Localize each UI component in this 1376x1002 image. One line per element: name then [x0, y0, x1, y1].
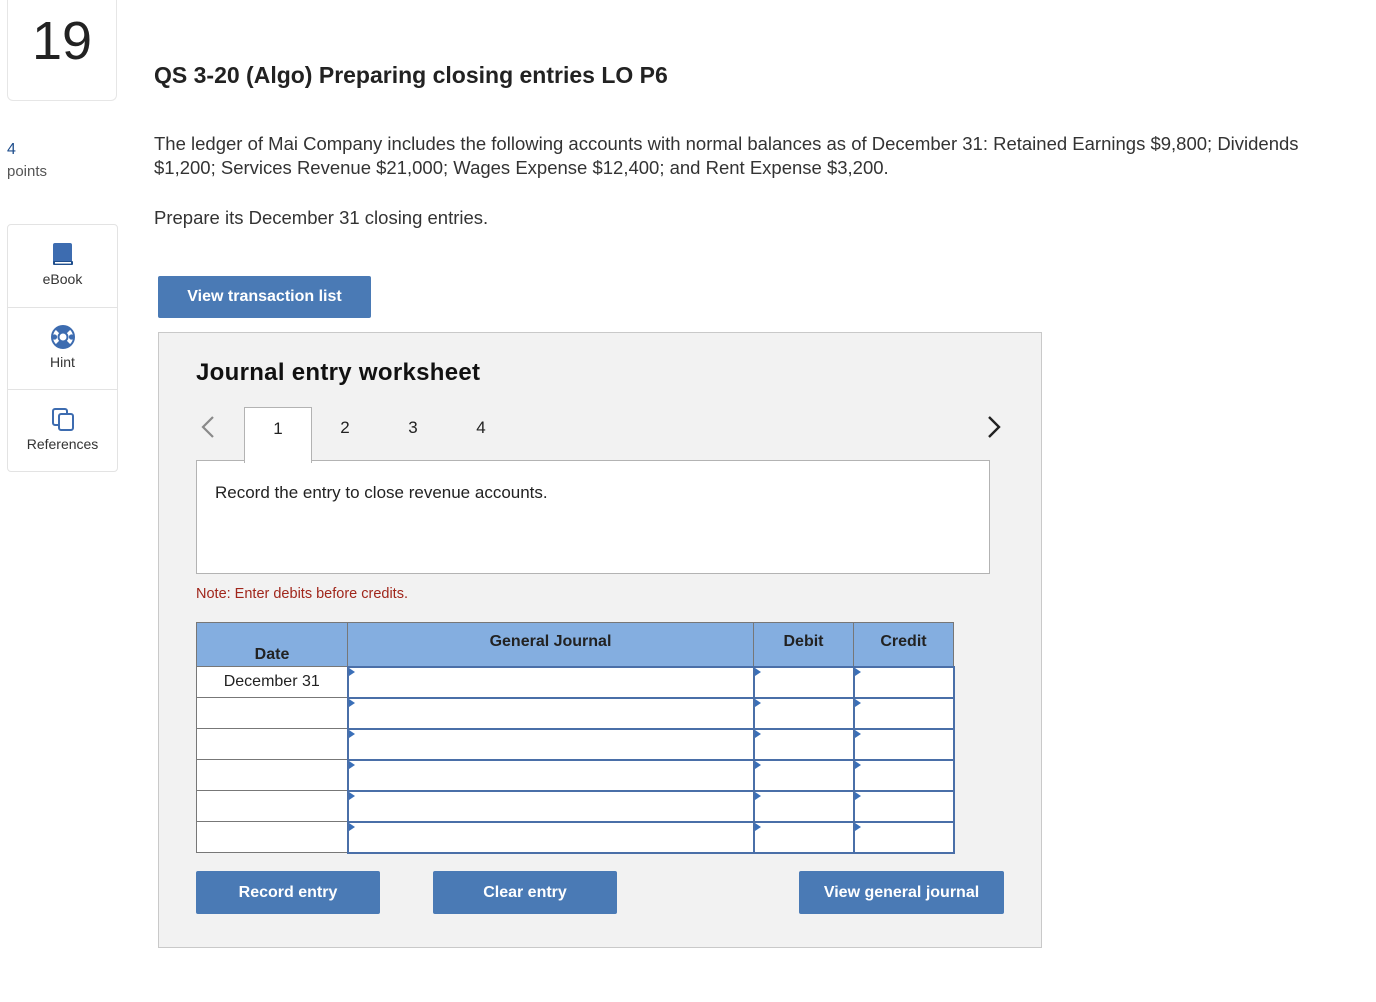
dropdown-marker-icon — [854, 698, 861, 707]
table-row — [196, 758, 955, 792]
question-number: 19 — [31, 11, 93, 71]
ebook-button[interactable]: eBook — [8, 225, 117, 307]
dropdown-marker-icon — [754, 729, 761, 738]
dropdown-marker-icon — [754, 760, 761, 769]
references-button[interactable]: References — [8, 389, 117, 472]
worksheet-title: Journal entry worksheet — [196, 359, 481, 386]
ebook-label: eBook — [42, 271, 83, 287]
record-entry-button[interactable]: Record entry — [196, 871, 380, 914]
question-instruction: Prepare its December 31 closing entries. — [154, 207, 489, 228]
journal-entry-worksheet: Journal entry worksheet 1 2 3 4 Record t… — [158, 332, 1042, 948]
column-header-date: Date — [196, 622, 348, 667]
references-label: References — [26, 436, 99, 452]
debit-credit-note: Note: Enter debits before credits. — [196, 586, 408, 602]
debit-input[interactable] — [752, 758, 855, 792]
dropdown-marker-icon — [854, 667, 861, 676]
journal-rows: December 31 — [196, 665, 955, 854]
column-header-general-journal: General Journal — [347, 622, 754, 667]
date-cell — [196, 759, 348, 791]
account-input[interactable] — [346, 696, 755, 730]
tab-4[interactable]: 4 — [448, 407, 514, 461]
tools-panel: eBook Hint References — [7, 224, 118, 472]
debit-input[interactable] — [752, 665, 855, 699]
chevron-right-icon[interactable] — [985, 413, 1003, 441]
hint-button[interactable]: Hint — [8, 307, 117, 390]
tab-1[interactable]: 1 — [244, 407, 312, 463]
view-general-journal-button[interactable]: View general journal — [799, 871, 1004, 914]
account-input[interactable] — [346, 665, 755, 699]
clear-entry-button[interactable]: Clear entry — [433, 871, 617, 914]
credit-input[interactable] — [852, 758, 955, 792]
question-text: The ledger of Mai Company includes the f… — [154, 133, 1299, 178]
account-input[interactable] — [346, 727, 755, 761]
dropdown-marker-icon — [348, 698, 355, 707]
journal-table: Date General Journal Debit Credit Decemb… — [196, 622, 955, 854]
dropdown-marker-icon — [854, 729, 861, 738]
debit-input[interactable] — [752, 789, 855, 823]
table-row — [196, 789, 955, 823]
dropdown-marker-icon — [348, 729, 355, 738]
date-cell — [196, 821, 348, 853]
view-transaction-list-button[interactable]: View transaction list — [158, 276, 371, 318]
dropdown-marker-icon — [754, 791, 761, 800]
date-cell — [196, 728, 348, 760]
dropdown-marker-icon — [854, 822, 861, 831]
date-cell: December 31 — [196, 666, 348, 698]
debit-input[interactable] — [752, 820, 855, 854]
table-row — [196, 820, 955, 854]
dropdown-marker-icon — [348, 760, 355, 769]
table-row — [196, 696, 955, 730]
hint-label: Hint — [50, 354, 75, 370]
credit-input[interactable] — [852, 696, 955, 730]
question-number-box: 19 — [7, 0, 117, 101]
entry-instruction-box: Record the entry to close revenue accoun… — [196, 460, 990, 574]
dropdown-marker-icon — [854, 791, 861, 800]
chevron-left-icon[interactable] — [199, 413, 217, 441]
dropdown-marker-icon — [348, 822, 355, 831]
points-value: 4 — [7, 141, 16, 158]
date-cell-value: December 31 — [223, 673, 320, 690]
date-cell — [196, 697, 348, 729]
entry-instruction: Record the entry to close revenue accoun… — [215, 483, 548, 502]
tab-3[interactable]: 3 — [380, 407, 446, 461]
debit-input[interactable] — [752, 696, 855, 730]
column-header-debit: Debit — [753, 622, 854, 667]
account-input[interactable] — [346, 789, 755, 823]
account-input[interactable] — [346, 758, 755, 792]
dropdown-marker-icon — [754, 667, 761, 676]
credit-input[interactable] — [852, 665, 955, 699]
tab-2[interactable]: 2 — [312, 407, 378, 461]
credit-input[interactable] — [852, 820, 955, 854]
dropdown-marker-icon — [854, 760, 861, 769]
question-title: QS 3-20 (Algo) Preparing closing entries… — [154, 62, 668, 88]
points-label: points — [7, 163, 48, 180]
table-row — [196, 727, 955, 761]
credit-input[interactable] — [852, 727, 955, 761]
dropdown-marker-icon — [348, 667, 355, 676]
dropdown-marker-icon — [348, 791, 355, 800]
table-row: December 31 — [196, 665, 955, 699]
dropdown-marker-icon — [754, 822, 761, 831]
dropdown-marker-icon — [754, 698, 761, 707]
credit-input[interactable] — [852, 789, 955, 823]
account-input[interactable] — [346, 820, 755, 854]
book-icon — [53, 243, 73, 265]
copy-icon — [52, 408, 74, 431]
lifebuoy-icon — [51, 325, 75, 349]
column-header-credit: Credit — [853, 622, 954, 667]
debit-input[interactable] — [752, 727, 855, 761]
date-cell — [196, 790, 348, 822]
